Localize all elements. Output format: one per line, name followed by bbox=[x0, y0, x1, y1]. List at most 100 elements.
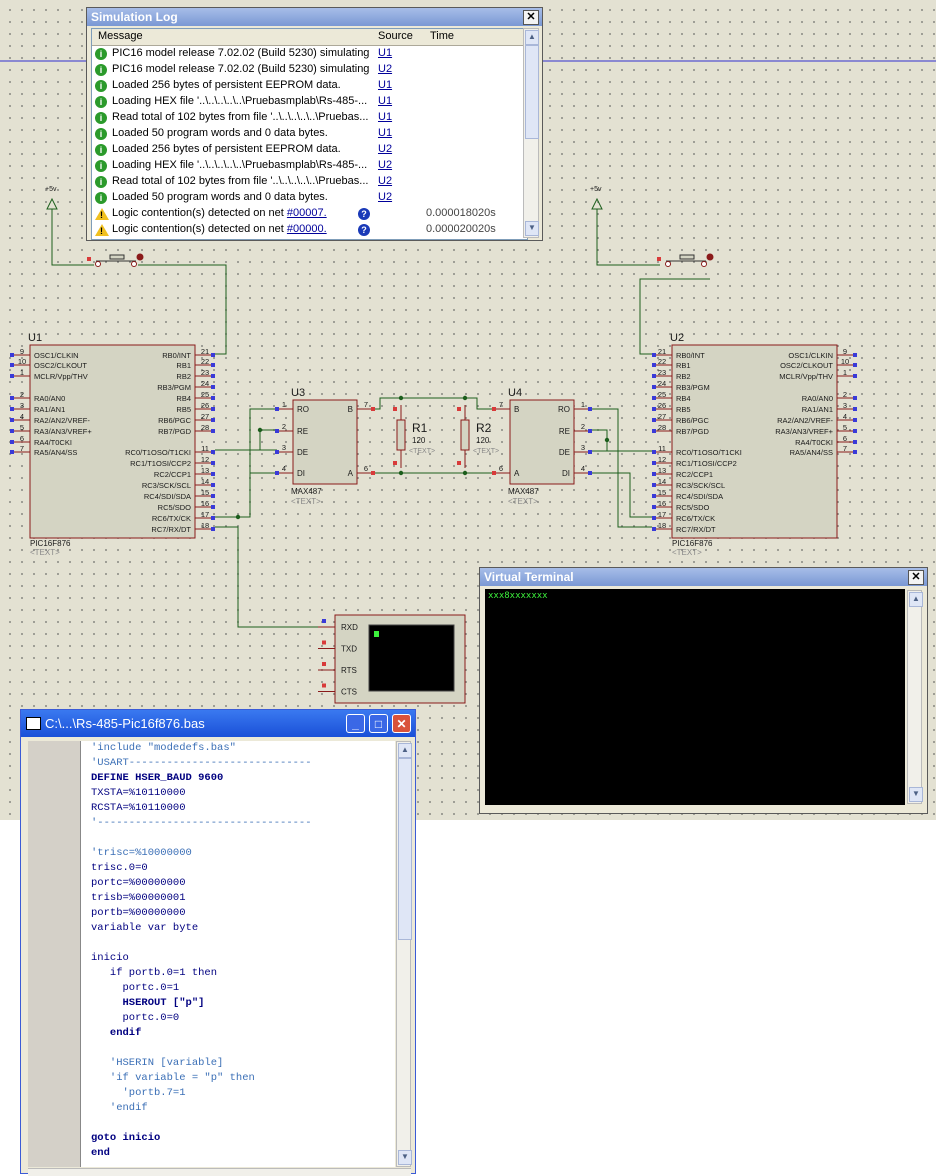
button[interactable] bbox=[679, 254, 695, 260]
pin-number[interactable]: 28 bbox=[201, 423, 209, 432]
pin-marker[interactable] bbox=[322, 619, 326, 623]
pin-label[interactable]: RO bbox=[297, 405, 309, 414]
pin-number[interactable]: 3 bbox=[843, 401, 847, 410]
pin-number[interactable]: 26 bbox=[658, 401, 666, 410]
pin-number[interactable]: 16 bbox=[658, 499, 666, 508]
pin-marker[interactable] bbox=[652, 374, 656, 378]
pin-label[interactable]: RC0/T1OSO/T1CKI bbox=[125, 448, 191, 457]
chip-ref[interactable]: U3 bbox=[291, 387, 305, 399]
pin-marker[interactable] bbox=[211, 461, 215, 465]
pin-number[interactable]: 1 bbox=[282, 400, 286, 409]
code-line[interactable]: 'if variable = "p" then bbox=[81, 1071, 395, 1086]
pin-marker[interactable] bbox=[457, 407, 461, 411]
log-source[interactable]: U2 bbox=[378, 175, 392, 187]
log-source[interactable]: U2 bbox=[378, 191, 392, 203]
log-row[interactable]: i Loaded 50 program words and 0 data byte… bbox=[92, 190, 527, 206]
pin-label[interactable]: RC5/SDO bbox=[676, 503, 710, 512]
pin-marker[interactable] bbox=[657, 257, 661, 261]
close-icon[interactable]: ✕ bbox=[523, 10, 539, 25]
pin-label[interactable]: RC7/RX/DT bbox=[151, 525, 191, 534]
pin-number[interactable]: 14 bbox=[658, 477, 666, 486]
pin-number[interactable]: 11 bbox=[201, 444, 209, 453]
pin-marker[interactable] bbox=[652, 483, 656, 487]
pin-label[interactable]: DI bbox=[297, 469, 305, 478]
pin-number[interactable]: 6 bbox=[843, 434, 847, 443]
simulation-log-list[interactable]: Message Source Time i PIC16 model release… bbox=[91, 28, 528, 240]
log-source[interactable]: U1 bbox=[378, 79, 392, 91]
resistor-text[interactable]: <TEXT> bbox=[409, 448, 435, 455]
pin-label[interactable]: RB2 bbox=[176, 372, 191, 381]
pin-marker[interactable] bbox=[652, 353, 656, 357]
scroll-down-icon[interactable]: ▼ bbox=[398, 1150, 412, 1165]
pin-marker[interactable] bbox=[588, 471, 592, 475]
pin-number[interactable]: 6 bbox=[364, 464, 368, 473]
pin-number[interactable]: 15 bbox=[201, 488, 209, 497]
code-area[interactable]: 'include "modedefs.bas" 'USART-----------… bbox=[81, 741, 395, 1167]
net-link[interactable]: #00000. bbox=[287, 223, 327, 235]
pin-marker[interactable] bbox=[652, 461, 656, 465]
pin-marker[interactable] bbox=[211, 353, 215, 357]
pin-marker[interactable] bbox=[10, 407, 14, 411]
pin-marker[interactable] bbox=[322, 662, 326, 666]
pin-number[interactable]: 23 bbox=[658, 368, 666, 377]
pin-number[interactable]: 2 bbox=[843, 390, 847, 399]
pin-marker[interactable] bbox=[10, 450, 14, 454]
pin-number[interactable]: 6 bbox=[20, 434, 24, 443]
code-line[interactable]: if portb.0=1 then bbox=[81, 966, 395, 981]
pin-marker[interactable] bbox=[275, 429, 279, 433]
pin-label[interactable]: MCLR/Vpp/THV bbox=[34, 372, 88, 381]
pin-label[interactable]: RC2/CCP1 bbox=[154, 470, 191, 479]
pin-label[interactable]: A bbox=[348, 469, 354, 478]
pin-marker[interactable] bbox=[853, 407, 857, 411]
pin-label[interactable]: RA2/AN2/VREF- bbox=[34, 416, 90, 425]
pin-label[interactable]: RB4 bbox=[676, 394, 691, 403]
pin-label[interactable]: RB7/PGD bbox=[158, 427, 192, 436]
code-line[interactable]: '---------------------------------- bbox=[81, 816, 395, 831]
resistor-ref[interactable]: R1 bbox=[412, 421, 428, 435]
log-source[interactable]: U2 bbox=[378, 63, 392, 75]
chip-part[interactable]: PIC16F876 bbox=[672, 539, 713, 548]
pin-marker[interactable] bbox=[10, 396, 14, 400]
log-source[interactable]: U1 bbox=[378, 47, 392, 59]
chip-part[interactable]: MAX487 bbox=[291, 487, 322, 496]
pin-label[interactable]: RB1 bbox=[676, 361, 691, 370]
code-line[interactable] bbox=[81, 1041, 395, 1056]
chip-ref[interactable]: U1 bbox=[28, 332, 42, 344]
pin-marker[interactable] bbox=[853, 396, 857, 400]
log-row[interactable]: i Loaded 256 bytes of persistent EEPROM d… bbox=[92, 142, 527, 158]
pin-label[interactable]: RB6/PGC bbox=[676, 416, 710, 425]
pin-number[interactable]: 2 bbox=[282, 422, 286, 431]
pin-label[interactable]: RA2/AN2/VREF- bbox=[777, 416, 833, 425]
pin-marker[interactable] bbox=[588, 429, 592, 433]
pin-marker[interactable] bbox=[211, 418, 215, 422]
pin-number[interactable]: 25 bbox=[201, 390, 209, 399]
log-row[interactable]: ! Logic contention(s) detected on net #00… bbox=[92, 222, 527, 238]
log-row[interactable]: i Loaded 50 program words and 0 data byte… bbox=[92, 126, 527, 142]
vt-pin-label[interactable]: RTS bbox=[341, 666, 357, 675]
pin-marker[interactable] bbox=[853, 363, 857, 367]
pin-marker[interactable] bbox=[652, 516, 656, 520]
help-icon[interactable]: ? bbox=[358, 208, 370, 220]
vt-pin-label[interactable]: CTS bbox=[341, 688, 357, 697]
pin-label[interactable]: RC1/T1OSI/CCP2 bbox=[130, 459, 191, 468]
pin-label[interactable]: RA5/AN4/SS bbox=[34, 448, 77, 457]
pin-label[interactable]: RC7/RX/DT bbox=[676, 525, 716, 534]
pin-marker[interactable] bbox=[322, 640, 326, 645]
pin-number[interactable]: 4 bbox=[282, 464, 286, 473]
pin-number[interactable]: 1 bbox=[843, 368, 847, 377]
pin-marker[interactable] bbox=[652, 363, 656, 367]
vt-pin-label[interactable]: TXD bbox=[341, 645, 357, 654]
pin-label[interactable]: DE bbox=[559, 448, 570, 457]
pin-marker[interactable] bbox=[211, 385, 215, 389]
pin-number[interactable]: 18 bbox=[201, 521, 209, 530]
pin-marker[interactable] bbox=[652, 494, 656, 498]
pin-label[interactable]: RA3/AN3/VREF+ bbox=[775, 427, 833, 436]
pin-label[interactable]: RA4/T0CKI bbox=[795, 438, 833, 447]
pin-marker[interactable] bbox=[652, 418, 656, 422]
pin-marker[interactable] bbox=[275, 407, 279, 411]
pin-number[interactable]: 21 bbox=[658, 347, 666, 356]
pin-label[interactable]: RE bbox=[297, 427, 308, 436]
pin-number[interactable]: 13 bbox=[658, 466, 666, 475]
button[interactable] bbox=[665, 261, 671, 267]
pin-number[interactable]: 12 bbox=[658, 455, 666, 464]
